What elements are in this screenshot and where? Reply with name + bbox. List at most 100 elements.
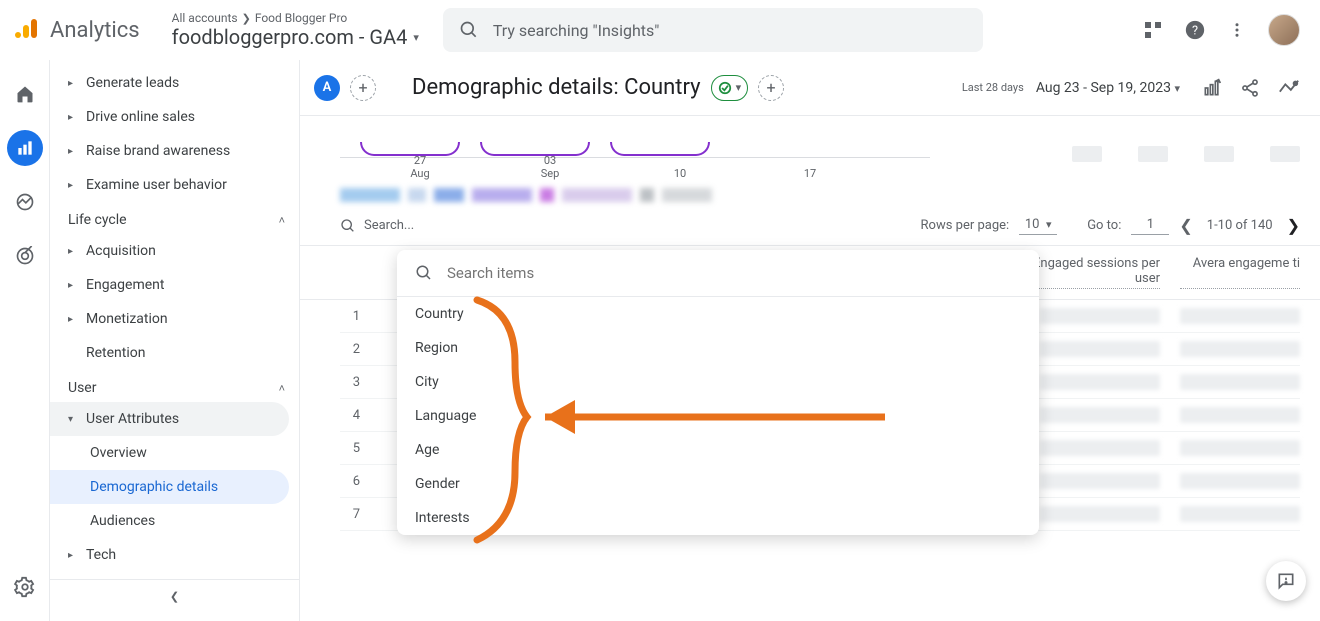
sparkline-bars: [1072, 146, 1300, 162]
sidebar-tech[interactable]: ▸ Tech: [50, 538, 289, 572]
column-avg-engagement[interactable]: Avera engageme ti: [1180, 256, 1300, 289]
breadcrumb-all: All accounts: [172, 11, 238, 25]
report-header: A + Demographic details: Country ▾ + Las…: [300, 60, 1320, 116]
sidebar-lifecycle-item[interactable]: Retention: [50, 336, 289, 370]
goto-label: Go to:: [1087, 218, 1121, 233]
x-axis-label: 03Sep: [530, 154, 570, 180]
sidebar-user-attr-item[interactable]: Audiences: [50, 504, 289, 538]
sidebar-lifecycle-item[interactable]: ▸Monetization: [50, 302, 289, 336]
property-selector[interactable]: All accounts ❯ Food Blogger Pro foodblog…: [172, 11, 419, 49]
sidebar-topic[interactable]: ▸Raise brand awareness: [50, 134, 289, 168]
caret-down-icon: ▾: [736, 81, 742, 94]
chart-area: 27Aug 03Sep 10 17: [300, 116, 1320, 208]
prev-page-button[interactable]: ❮: [1179, 216, 1192, 235]
collapse-sidebar-button[interactable]: ❮: [50, 579, 299, 613]
search-placeholder: Try searching "Insights": [493, 21, 660, 40]
caret-right-icon: ▸: [68, 112, 86, 123]
dimension-option[interactable]: Gender: [397, 467, 1039, 501]
breadcrumb-account: Food Blogger Pro: [255, 11, 347, 25]
chevron-right-icon: ❯: [242, 12, 251, 25]
add-segment-button[interactable]: +: [350, 75, 376, 101]
chevron-up-icon: ˄: [279, 382, 285, 395]
explore-icon[interactable]: [7, 184, 43, 220]
rows-per-page-select[interactable]: 10 ▾: [1019, 217, 1057, 235]
segment-badge[interactable]: A: [314, 75, 340, 101]
advertising-icon[interactable]: [7, 238, 43, 274]
lifecycle-label: Life cycle: [68, 212, 127, 228]
dimension-option[interactable]: Interests: [397, 501, 1039, 535]
x-axis-label: 17: [790, 167, 830, 180]
admin-icon[interactable]: [7, 569, 43, 605]
caret-right-icon: ▸: [68, 180, 86, 191]
section-user[interactable]: User ˄: [50, 370, 299, 402]
page-range: 1-10 of 140: [1207, 218, 1273, 233]
analytics-logo-icon: [12, 16, 40, 44]
home-icon[interactable]: [7, 76, 43, 112]
sidebar-user-attr-item[interactable]: Demographic details: [50, 470, 289, 504]
section-lifecycle[interactable]: Life cycle ˄: [50, 202, 299, 234]
dimension-option[interactable]: Language: [397, 399, 1039, 433]
reports-icon[interactable]: [7, 130, 43, 166]
analytics-logo[interactable]: Analytics: [12, 16, 140, 44]
sidebar-lifecycle-item[interactable]: ▸Acquisition: [50, 234, 289, 268]
svg-text:?: ?: [1192, 24, 1198, 39]
caret-right-icon: ▸: [68, 314, 86, 325]
user-attributes-label: User Attributes: [86, 411, 179, 427]
page-title: Demographic details: Country: [412, 75, 701, 100]
dimension-search-input[interactable]: [447, 264, 1021, 282]
sidebar-user-attributes[interactable]: ▾ User Attributes: [50, 402, 289, 436]
property-name: foodbloggerpro.com - GA4: [172, 25, 408, 49]
table-search-placeholder: Search...: [364, 218, 414, 233]
table-controls: Search... Rows per page: 10 ▾ Go to: 1 ❮…: [300, 208, 1320, 246]
rows-per-page-label: Rows per page:: [921, 218, 1010, 233]
dimension-option[interactable]: City: [397, 365, 1039, 399]
share-icon[interactable]: [1240, 78, 1260, 98]
report-sidebar: ▸Generate leads▸Drive online sales▸Raise…: [50, 60, 300, 621]
user-label: User: [68, 380, 96, 396]
feedback-button[interactable]: [1266, 561, 1306, 601]
date-range-picker[interactable]: Aug 23 - Sep 19, 2023 ▾: [1036, 80, 1180, 96]
account-breadcrumb: All accounts ❯ Food Blogger Pro: [172, 11, 419, 25]
search-icon: [415, 264, 433, 282]
caret-down-icon: ▾: [68, 414, 86, 425]
legend-redacted: [340, 188, 1300, 202]
dimension-dropdown: CountryRegionCityLanguageAgeGenderIntere…: [397, 250, 1039, 535]
tech-label: Tech: [86, 547, 116, 563]
caret-right-icon: ▸: [68, 78, 86, 89]
sidebar-lifecycle-item[interactable]: ▸Engagement: [50, 268, 289, 302]
x-axis-label: 10: [660, 167, 700, 180]
search-icon: [459, 20, 479, 40]
goto-input[interactable]: 1: [1131, 217, 1169, 235]
add-comparison-button[interactable]: +: [758, 75, 784, 101]
dimension-option[interactable]: Age: [397, 433, 1039, 467]
sidebar-topic[interactable]: ▸Generate leads: [50, 66, 289, 100]
dimension-option[interactable]: Country: [397, 297, 1039, 331]
brand-name: Analytics: [50, 18, 140, 43]
help-icon[interactable]: ?: [1184, 19, 1206, 41]
next-page-button[interactable]: ❯: [1287, 216, 1300, 235]
caret-right-icon: ▸: [68, 280, 86, 291]
caret-right-icon: ▸: [68, 146, 86, 157]
sidebar-user-attr-item[interactable]: Overview: [50, 436, 289, 470]
sidebar-topic[interactable]: ▸Drive online sales: [50, 100, 289, 134]
dimension-option[interactable]: Region: [397, 331, 1039, 365]
x-axis-label: 27Aug: [400, 154, 440, 180]
user-avatar[interactable]: [1268, 14, 1300, 46]
more-icon[interactable]: [1228, 21, 1246, 39]
caret-right-icon: ▸: [68, 246, 86, 257]
apps-icon[interactable]: [1144, 21, 1162, 39]
search-icon: [340, 218, 356, 234]
insights-icon[interactable]: [1278, 78, 1300, 98]
customize-report-icon[interactable]: [1202, 78, 1222, 98]
chevron-up-icon: ˄: [279, 214, 285, 227]
top-bar: Analytics All accounts ❯ Food Blogger Pr…: [0, 0, 1320, 60]
caret-right-icon: ▸: [68, 550, 86, 561]
chevron-left-icon: ❮: [170, 590, 179, 603]
caret-down-icon: ▾: [413, 31, 419, 44]
sidebar-topic[interactable]: ▸Examine user behavior: [50, 168, 289, 202]
date-range-label: Last 28 days: [962, 81, 1024, 94]
global-search[interactable]: Try searching "Insights": [443, 8, 983, 52]
status-chip[interactable]: ▾: [711, 75, 749, 101]
nav-rail: [0, 60, 50, 621]
table-search[interactable]: Search...: [340, 218, 911, 234]
